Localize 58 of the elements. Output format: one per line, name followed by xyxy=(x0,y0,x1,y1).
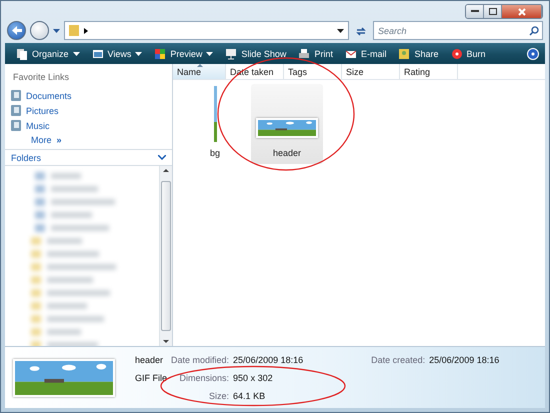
image-thumbnail xyxy=(256,118,318,138)
file-type: GIF File xyxy=(135,372,168,382)
toolbar-button[interactable]: E-mail xyxy=(340,46,392,62)
toolbar-button[interactable]: Slide Show xyxy=(220,46,292,62)
strip-thumbnail xyxy=(214,86,216,142)
column-header[interactable]: Name xyxy=(173,64,226,79)
scrollbar[interactable] xyxy=(159,166,172,346)
field-label: Size: xyxy=(208,390,230,400)
toolbar-button[interactable]: Views xyxy=(86,46,148,62)
close-icon xyxy=(518,8,526,16)
field-label: Date modified: xyxy=(171,354,230,364)
maximize-button[interactable] xyxy=(484,5,502,18)
dropdown-icon[interactable] xyxy=(53,28,60,32)
projector-screen-icon xyxy=(225,48,238,60)
maximize-icon xyxy=(488,8,496,15)
forward-button[interactable] xyxy=(30,21,49,40)
toolbar-button[interactable]: Print xyxy=(293,46,338,62)
search-icon xyxy=(529,26,539,36)
dropdown-icon xyxy=(337,28,344,32)
folder-icon xyxy=(69,25,79,36)
window-icon xyxy=(92,48,104,60)
field-label: Dimensions: xyxy=(178,372,230,382)
favorite-link[interactable]: Pictures xyxy=(5,103,172,118)
field-value: 25/06/2009 18:16 xyxy=(429,354,500,364)
field-label: Date created: xyxy=(371,354,426,364)
search-field[interactable]: Search xyxy=(373,21,543,40)
help-icon[interactable] xyxy=(527,48,539,60)
favorite-link[interactable]: Documents xyxy=(5,88,172,103)
field-value: 64.1 KB xyxy=(233,390,266,400)
sort-arrow-icon xyxy=(197,64,203,67)
section-heading: Favorite Links xyxy=(12,71,70,84)
folders-header[interactable]: Folders xyxy=(5,149,172,166)
refresh-icon xyxy=(355,24,367,36)
toolbar-button[interactable]: Organize xyxy=(11,46,85,62)
minimize-icon xyxy=(470,10,478,13)
printer-icon xyxy=(298,48,310,60)
chevron-icon xyxy=(84,28,88,34)
scroll-up-icon[interactable] xyxy=(163,169,169,172)
file-name: header xyxy=(135,354,164,364)
field-value: 950 x 302 xyxy=(233,372,274,382)
close-button[interactable] xyxy=(502,5,542,18)
favorite-link[interactable]: Music xyxy=(5,118,172,133)
toolbar-button[interactable]: Share xyxy=(393,46,444,62)
more-link[interactable]: More » xyxy=(5,133,172,149)
back-arrow-icon xyxy=(12,26,22,35)
scroll-down-icon[interactable] xyxy=(163,340,169,343)
file-tile[interactable]: bg xyxy=(197,84,233,164)
disc-icon xyxy=(450,48,462,60)
address-bar[interactable] xyxy=(64,21,349,40)
back-button[interactable] xyxy=(7,21,26,40)
minimize-button[interactable] xyxy=(466,5,484,18)
toolbar-button[interactable]: Preview xyxy=(149,46,218,62)
file-tile[interactable]: header xyxy=(251,84,323,164)
pages-icon xyxy=(16,48,28,60)
envelope-icon xyxy=(344,48,357,60)
field-value: 25/06/2009 18:16 xyxy=(233,354,304,364)
chevron-down-icon xyxy=(158,155,166,160)
toolbar-button[interactable]: Burn xyxy=(446,46,491,62)
